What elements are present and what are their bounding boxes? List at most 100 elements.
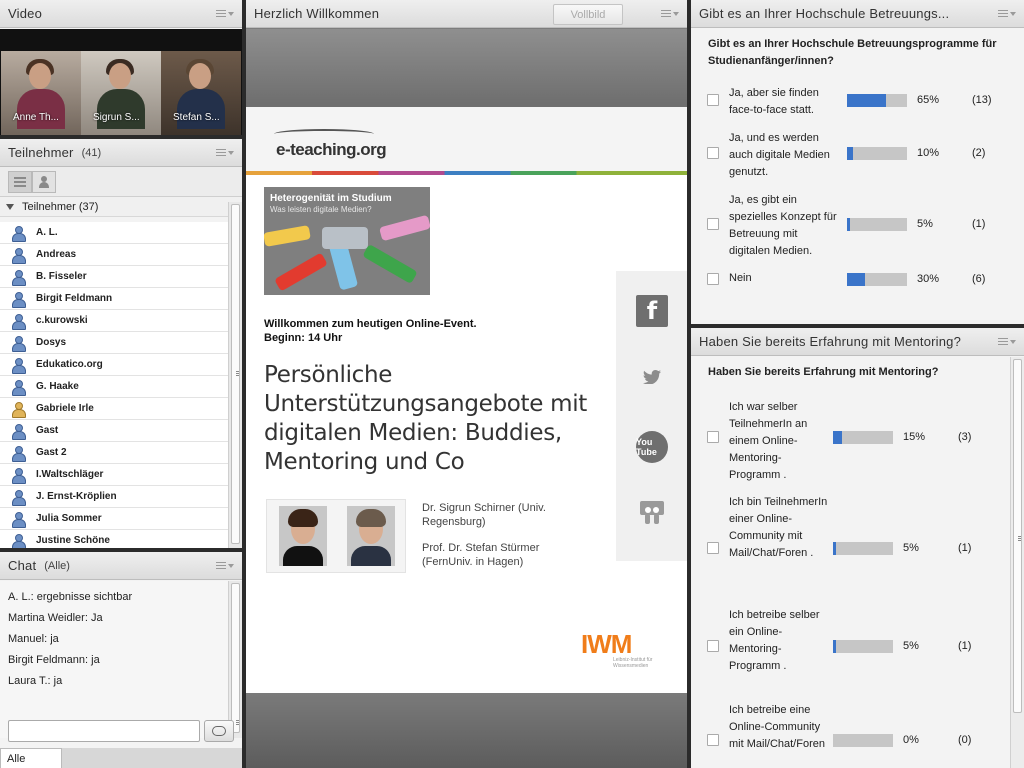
poll-checkbox[interactable] [707, 147, 719, 159]
caret-down-icon [6, 203, 14, 210]
speaker-1: Dr. Sigrun Schirner (Univ. Regensburg) [422, 501, 546, 529]
chat-text: Ja [90, 612, 103, 624]
video-tile-name: Stefan S... [173, 112, 220, 123]
video-tile[interactable]: Sigrun S... [81, 51, 161, 135]
chat-input[interactable] [8, 720, 200, 742]
role-view-button[interactable] [32, 170, 56, 193]
user-icon [12, 313, 26, 330]
user-icon [12, 511, 26, 528]
participant-row[interactable]: Gast [0, 420, 228, 442]
poll-checkbox[interactable] [707, 542, 719, 554]
video-strip: Anne Th... Sigrun S... Stefan S... [0, 29, 242, 135]
logo-swoosh-icon [274, 129, 374, 139]
chat-message: Birgit Feldmann: ja [8, 654, 220, 666]
participant-row[interactable]: A. L. [0, 222, 228, 244]
poll-2-header: Haben Sie bereits Erfahrung mit Mentorin… [691, 328, 1024, 356]
chat-author: Manuel: [8, 633, 48, 645]
participant-group-header[interactable]: Teilnehmer (37) [0, 197, 242, 217]
speech-bubble-icon [212, 726, 226, 736]
poll-pod-2: Haben Sie bereits Erfahrung mit Mentorin… [691, 328, 1024, 768]
view-toggle [0, 167, 242, 197]
person-icon [38, 175, 50, 188]
participant-group-label: Teilnehmer (37) [22, 200, 99, 213]
poll-2-scrollbar[interactable] [1010, 357, 1024, 768]
hero-image: Heterogenität im Studium Was leisten dig… [264, 187, 430, 295]
participant-row[interactable]: Edukatico.org [0, 354, 228, 376]
participant-name: Gabriele Irle [36, 403, 94, 414]
chat-messages: A. L.: ergebnisse sichtbar Martina Weidle… [0, 581, 228, 738]
fullscreen-button[interactable]: Vollbild [553, 4, 623, 25]
participant-name: Birgit Feldmann [36, 293, 113, 304]
slide-title: Persönliche Unterstützungsangebote mit d… [264, 362, 588, 475]
chat-pod: Chat (Alle) A. L.: ergebnisse sichtbar Ma… [0, 552, 242, 768]
participant-row[interactable]: Birgit Feldmann [0, 288, 228, 310]
slideshare-icon[interactable] [636, 497, 668, 529]
poll-checkbox[interactable] [707, 734, 719, 746]
speaker-photo [279, 506, 327, 566]
poll-checkbox[interactable] [707, 640, 719, 652]
participant-row[interactable]: Dosys [0, 332, 228, 354]
participant-name: Edukatico.org [36, 359, 103, 370]
speaker-2: Prof. Dr. Stefan Stürmer (FernUniv. in H… [422, 541, 539, 569]
pod-menu-icon[interactable] [216, 560, 234, 572]
pod-menu-icon[interactable] [661, 8, 679, 20]
twitter-icon[interactable] [636, 361, 668, 393]
user-icon [12, 225, 26, 242]
pod-menu-icon[interactable] [998, 336, 1016, 348]
chat-author: Laura T.: [8, 675, 51, 687]
participant-scrollbar[interactable] [228, 202, 242, 548]
video-tile[interactable]: Anne Th... [1, 51, 81, 135]
participant-name: Justine Schöne [36, 535, 110, 546]
poll-checkbox[interactable] [707, 273, 719, 285]
chat-pod-title: Chat [8, 558, 37, 573]
participant-row[interactable]: B. Fisseler [0, 266, 228, 288]
poll-result-bar [847, 218, 907, 231]
participant-row[interactable]: Justine Schöne [0, 530, 228, 548]
participants-pod-header: Teilnehmer (41) [0, 139, 242, 167]
poll-option-text: Ich war selber TeilnehmerIn an einem Onl… [729, 401, 808, 481]
participant-name: G. Haake [36, 381, 79, 392]
chat-text: ergebnisse sichtbar [36, 591, 133, 603]
poll-1-title: Gibt es an Ihrer Hochschule Betreuungs..… [699, 6, 950, 21]
participant-row[interactable]: G. Haake [0, 376, 228, 398]
poll-checkbox[interactable] [707, 94, 719, 106]
participant-row[interactable]: c.kurowski [0, 310, 228, 332]
iwm-subtitle: Leibniz-Institut für Wissensmedien [613, 657, 653, 669]
participant-row[interactable]: Andreas [0, 244, 228, 266]
pod-menu-icon[interactable] [216, 147, 234, 159]
participant-row[interactable]: Gast 2 [0, 442, 228, 464]
poll-count: (13) [972, 94, 992, 106]
chat-tab-all[interactable]: Alle [0, 748, 62, 768]
poll-checkbox[interactable] [707, 218, 719, 230]
youtube-icon[interactable]: You Tube [636, 431, 668, 463]
facebook-icon[interactable]: f [636, 295, 668, 327]
participant-row[interactable]: Gabriele Irle [0, 398, 228, 420]
video-pod: Video Anne Th... Sigrun S... Stefan S... [0, 0, 242, 135]
send-button[interactable] [204, 720, 234, 742]
poll-count: (1) [972, 218, 986, 230]
participant-row[interactable]: Julia Sommer [0, 508, 228, 530]
hero-title: Heterogenität im Studium [270, 193, 392, 204]
pod-menu-icon[interactable] [216, 8, 234, 20]
participant-row[interactable]: J. Ernst-Kröplien [0, 486, 228, 508]
poll-result-bar [847, 273, 907, 286]
poll-percent: 10% [917, 147, 940, 159]
speaker-photo [347, 506, 395, 566]
chat-message: A. L.: ergebnisse sichtbar [8, 591, 220, 603]
poll-checkbox[interactable] [707, 431, 719, 443]
welcome-line: Willkommen zum heutigen Online-Event. [264, 318, 477, 330]
pod-menu-icon[interactable] [998, 8, 1016, 20]
chat-message: Manuel: ja [8, 633, 220, 645]
list-view-button[interactable] [8, 170, 32, 193]
poll-2-question: Haben Sie bereits Erfahrung mit Mentorin… [708, 366, 939, 378]
poll-result-bar [833, 542, 893, 555]
video-tile-name: Anne Th... [13, 112, 59, 123]
chat-scrollbar[interactable] [228, 581, 242, 738]
poll-option-text: Ich bin TeilnehmerIn einer Online-Commun… [729, 496, 828, 559]
participant-row[interactable]: I.Waltschläger [0, 464, 228, 486]
share-pod-title: Herzlich Willkommen [254, 6, 380, 21]
user-icon [12, 423, 26, 440]
video-tile[interactable]: Stefan S... [161, 51, 241, 135]
poll-option-text: Ja, es gibt ein spezielles Konzept für B… [729, 194, 837, 257]
participant-name: A. L. [36, 227, 58, 238]
